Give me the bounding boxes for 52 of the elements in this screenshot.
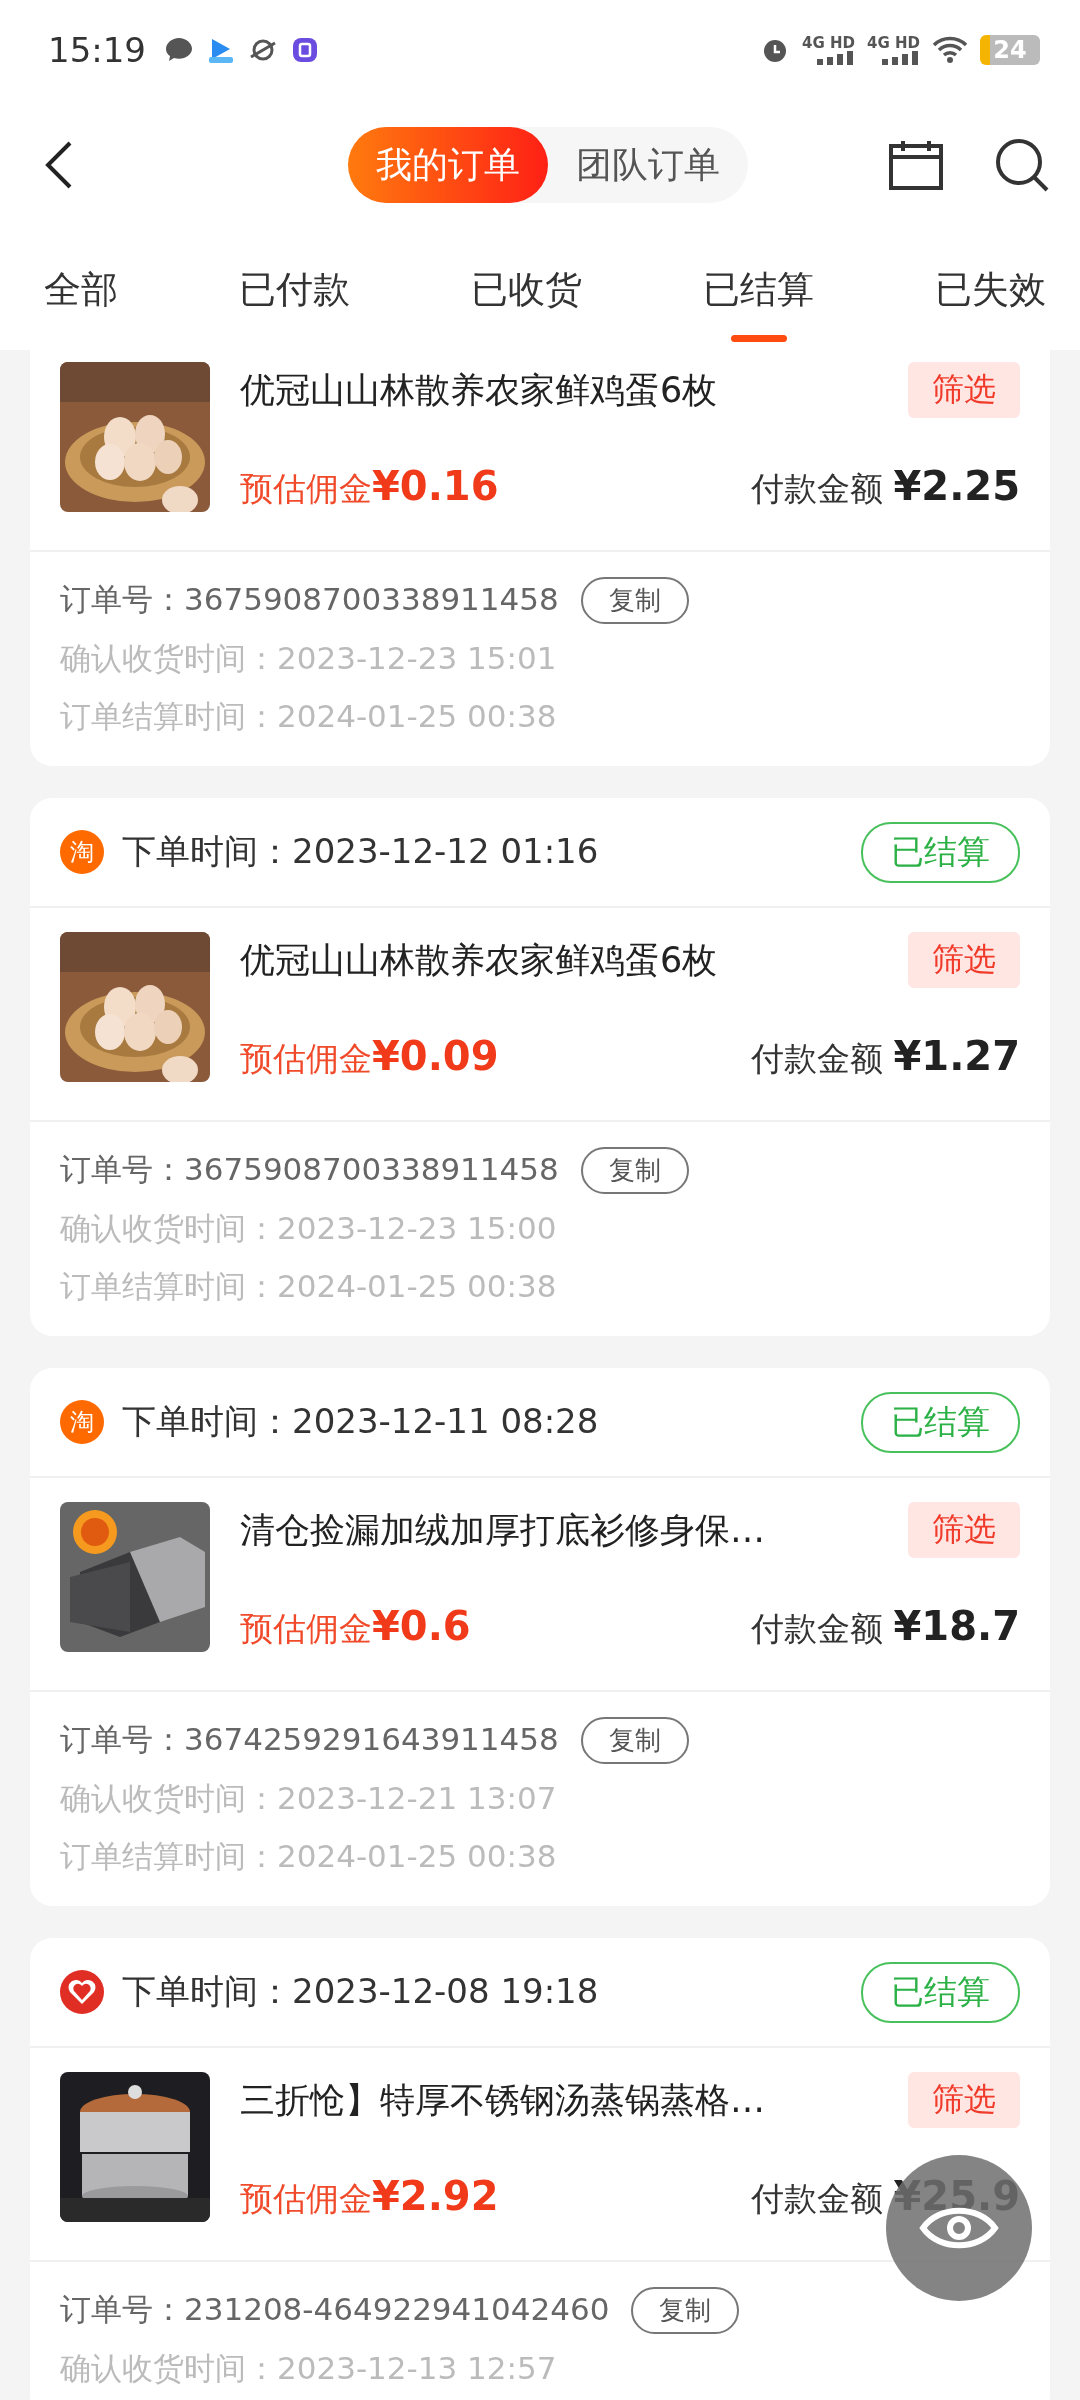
signal-icon — [880, 51, 920, 65]
order-detail: 确认收货时间：2023-12-13 12:57 — [60, 2349, 558, 2388]
search-icon[interactable] — [994, 137, 1050, 193]
copy-button[interactable]: 复制 — [631, 2286, 740, 2334]
order-detail: 确认收货时间：2023-12-23 15:01 — [60, 639, 558, 678]
status-time: 15:19 — [48, 30, 146, 70]
payment-amount: 付款金额 ¥18.7 — [750, 1603, 1020, 1651]
status-tag: 已结算 — [861, 1961, 1020, 2023]
order-time: 下单时间：2023-12-12 01:16 — [122, 830, 600, 873]
calendar-icon[interactable] — [888, 139, 944, 191]
copy-button[interactable]: 复制 — [580, 576, 689, 624]
product-name: 优冠山山林散养农家鲜鸡蛋6枚 — [240, 368, 718, 412]
status-tag: 已结算 — [861, 821, 1020, 883]
order-time: 下单时间：2023-12-11 08:28 — [122, 1400, 600, 1443]
product-name: 优冠山山林散养农家鲜鸡蛋6枚 — [240, 938, 718, 982]
filter-tab[interactable]: 已失效 — [921, 230, 1060, 350]
network-label: 4G HD — [802, 35, 855, 51]
wifi-icon — [932, 35, 968, 65]
commission: 预估佣金¥2.92 — [240, 2173, 499, 2221]
order-detail: 确认收货时间：2023-12-23 15:00 — [60, 1209, 558, 1248]
status-tag: 已结算 — [861, 1391, 1020, 1453]
order-detail: 订单结算时间：2024-01-25 00:38 — [60, 1267, 558, 1306]
filter-tab[interactable]: 已结算 — [689, 230, 828, 350]
shop-logo-icon — [60, 1970, 104, 2014]
network-label: 4G HD — [867, 35, 920, 51]
copy-button[interactable]: 复制 — [580, 1716, 689, 1764]
commission: 预估佣金¥0.6 — [240, 1603, 471, 1651]
commission: 预估佣金¥0.16 — [240, 463, 499, 511]
product-name: 三折怆】特厚不锈钢汤蒸锅蒸格… — [240, 2078, 765, 2122]
order-number: 订单号：3674259291643911458 — [60, 1720, 559, 1759]
back-icon[interactable] — [44, 140, 74, 190]
shop-logo-icon: 淘 — [60, 830, 104, 874]
order-time: 下单时间：2023-12-08 19:18 — [122, 1970, 600, 2013]
payment-amount: 付款金额 ¥2.25 — [750, 463, 1020, 511]
order-number: 订单号：3675908700338911458 — [60, 580, 559, 619]
filter-tab[interactable]: 已付款 — [225, 230, 364, 350]
product-name: 清仓捡漏加绒加厚打底衫修身保… — [240, 1508, 765, 1552]
segment-tab[interactable]: 团队订单 — [548, 127, 748, 203]
order-detail: 订单结算时间：2024-01-25 00:38 — [60, 697, 558, 736]
shop-logo-icon: 淘 — [60, 1400, 104, 1444]
order-number: 订单号：3675908700338911458 — [60, 1150, 559, 1189]
copy-button[interactable]: 复制 — [580, 1146, 689, 1194]
battery-level: 24 — [993, 36, 1027, 64]
filter-tab[interactable]: 已收货 — [457, 230, 596, 350]
order-detail: 订单结算时间：2024-01-25 00:38 — [60, 1837, 558, 1876]
commission: 预估佣金¥0.09 — [240, 1033, 499, 1081]
signal-icon — [815, 51, 855, 65]
filter-tab[interactable]: 全部 — [30, 230, 132, 350]
order-detail: 确认收货时间：2023-12-21 13:07 — [60, 1779, 558, 1818]
order-number: 订单号：231208-464922941042460 — [60, 2290, 610, 2329]
app-icon — [290, 35, 320, 65]
payment-amount: 付款金额 ¥1.27 — [750, 1033, 1020, 1081]
